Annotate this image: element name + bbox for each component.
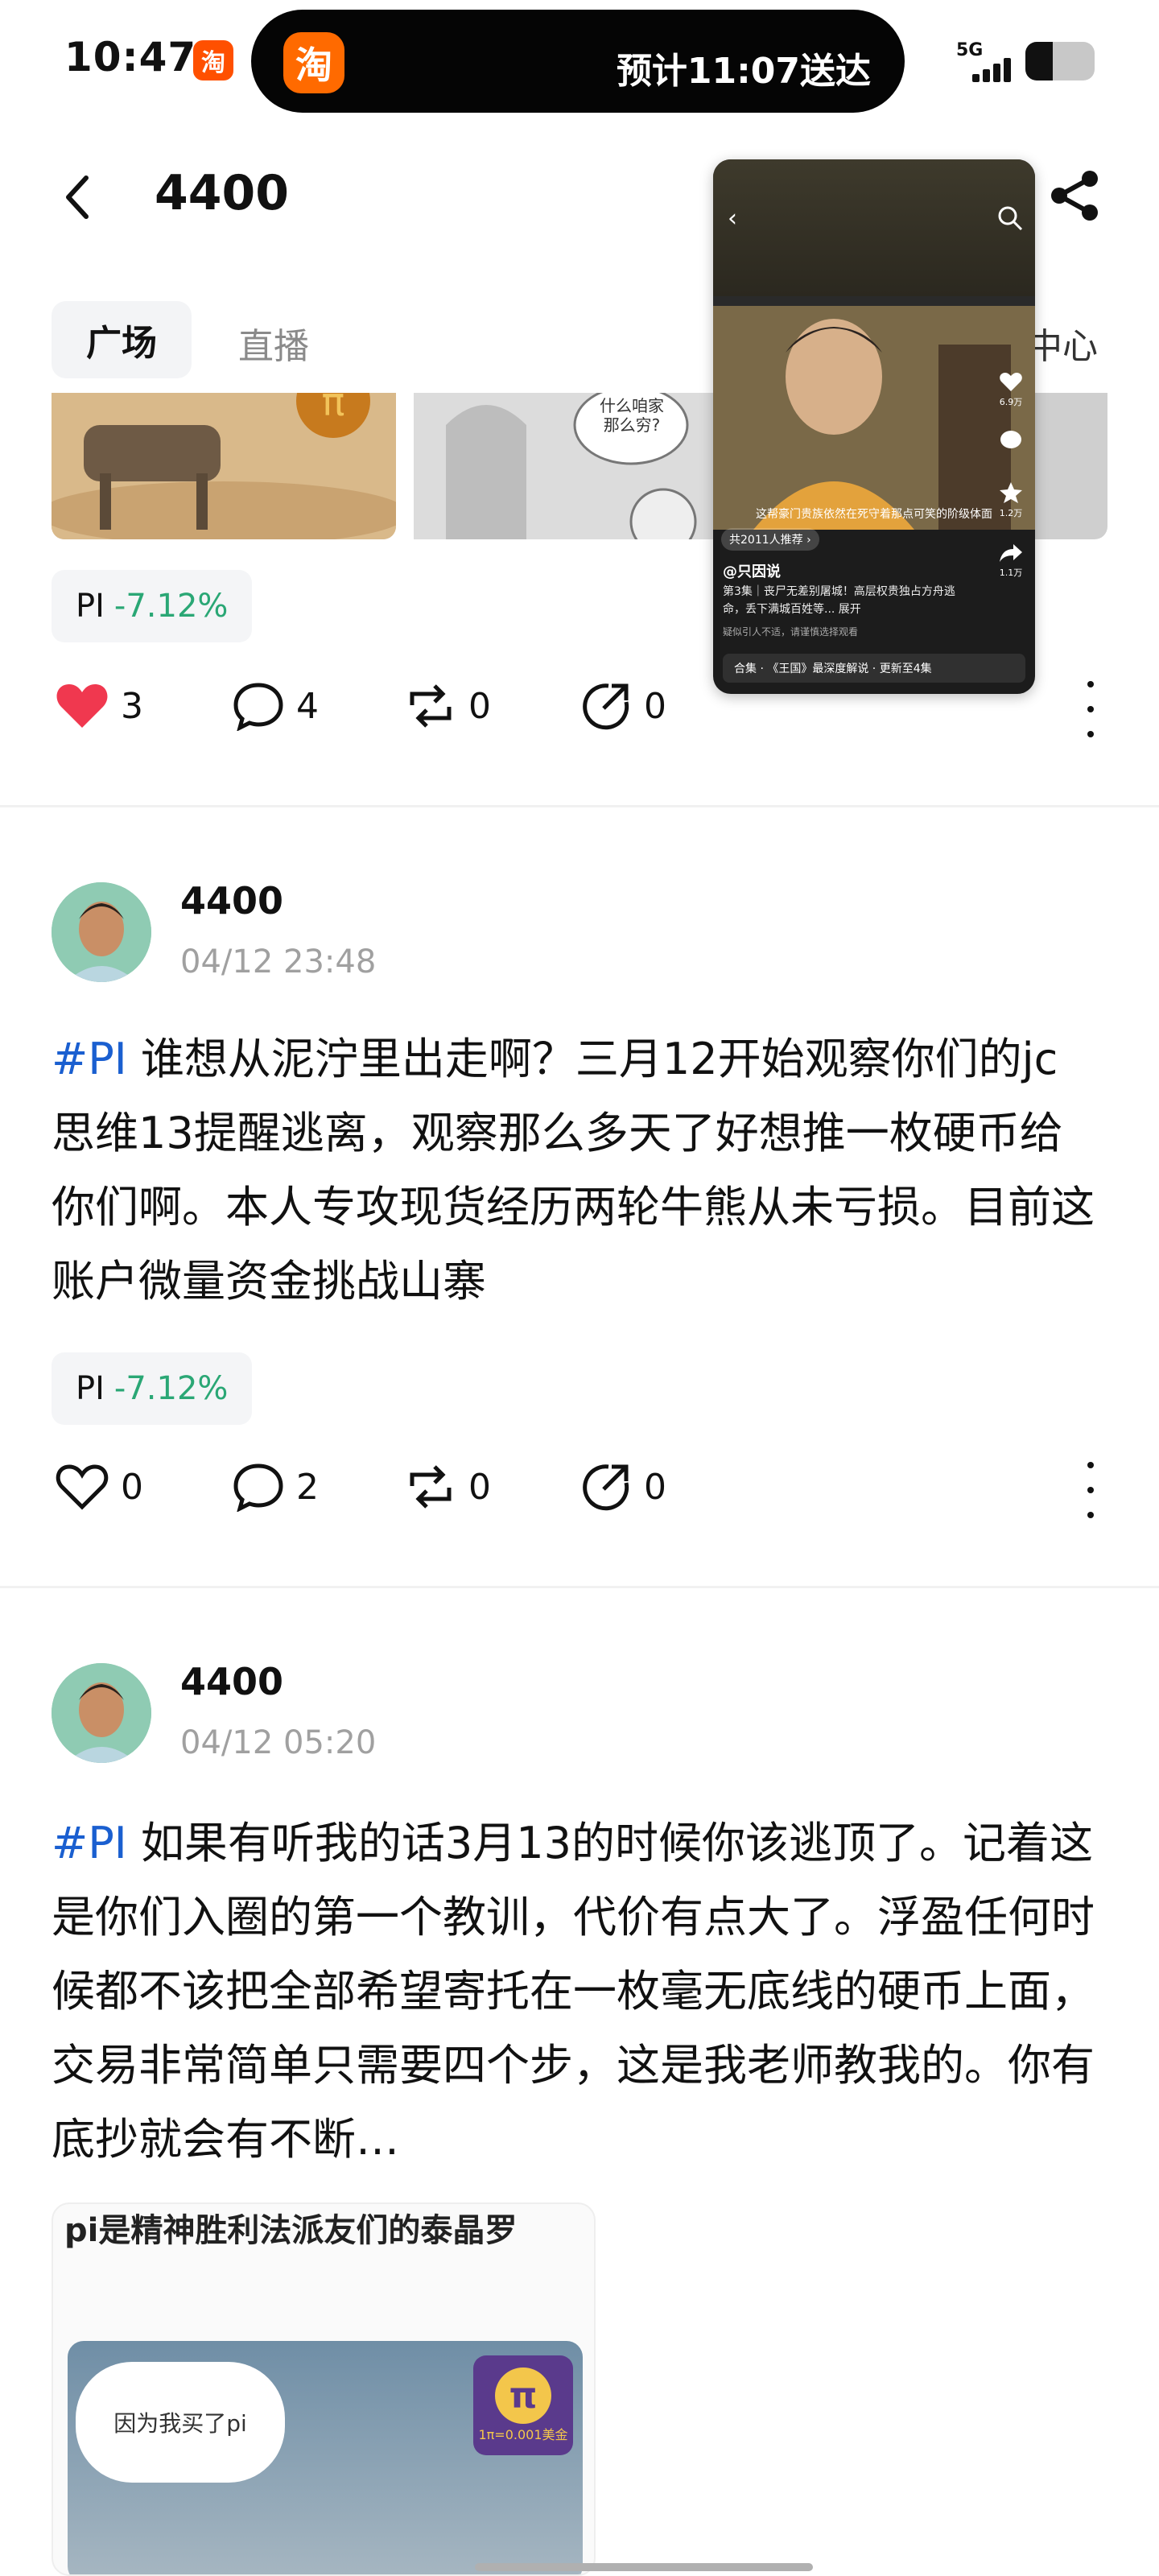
- floating-video-window[interactable]: ‹ 6.9万 1.2万 1.1万 这帮豪门贵族依然在死守着那点可笑的阶级体面 共…: [713, 159, 1035, 694]
- share-button[interactable]: [1046, 167, 1103, 224]
- post-divider: [0, 805, 1159, 807]
- post-text: 如果有听我的话3月13的时候你该逃顶了。记着这是你们入圈的第一个教训，代价有点大…: [52, 1818, 1095, 2165]
- heart-filled-icon: [56, 684, 108, 728]
- hashtag-link[interactable]: #PI: [52, 1034, 127, 1084]
- like-button[interactable]: 3: [55, 681, 143, 731]
- video-share-count: 1.1万: [999, 568, 1023, 578]
- taobao-notification-icon: 淘: [193, 40, 233, 80]
- delivery-eta-text: 预计11:07送达: [616, 51, 871, 92]
- comment-icon: [233, 1463, 283, 1512]
- like-button[interactable]: 0: [55, 1462, 143, 1512]
- forward-button[interactable]: 0: [580, 1462, 666, 1512]
- status-time: 10:47: [64, 34, 197, 80]
- repost-count: 0: [468, 1466, 491, 1508]
- video-author[interactable]: @只因说: [723, 560, 781, 581]
- page-title: 4400: [155, 165, 289, 221]
- pi-badge-text: 1π=0.001美金: [478, 2427, 568, 2442]
- coin-symbol: PI: [76, 1370, 105, 1407]
- battery-icon: [1025, 42, 1095, 80]
- home-indicator[interactable]: [475, 2563, 813, 2571]
- coin-change: -7.12%: [113, 588, 229, 625]
- post-image-1[interactable]: π: [52, 393, 396, 539]
- post-image-2[interactable]: 什么咱家那么穷?: [414, 393, 720, 539]
- video-description[interactable]: 第3集｜丧尸无差别屠城！高层权贵独占方舟逃命，丢下满城百姓等... 展开: [723, 583, 964, 618]
- video-content-warning: 疑似引人不适，请谨慎选择观看: [723, 626, 859, 638]
- comment-button[interactable]: 4: [232, 681, 319, 731]
- taobao-app-icon: 淘: [283, 32, 344, 93]
- status-bar: 10:47 淘 淘 预计11:07送达 5G: [0, 0, 1159, 121]
- pi-coin-badge: π 1π=0.001美金: [473, 2355, 573, 2455]
- forward-icon: [583, 1464, 629, 1511]
- tab-live[interactable]: 直播: [238, 317, 309, 369]
- post-text: 谁想从泥泞里出走啊？三月12开始观察你们的jc思维13提醒逃离，观察那么多天了好…: [52, 1034, 1095, 1307]
- forward-count: 0: [644, 1466, 666, 1508]
- author-name[interactable]: 4400: [180, 879, 283, 923]
- avatar[interactable]: [52, 1663, 151, 1763]
- search-icon[interactable]: [996, 204, 1024, 232]
- hashtag-link[interactable]: #PI: [52, 1818, 127, 1868]
- video-scene-illustration: [713, 296, 1035, 530]
- repost-icon: [410, 684, 452, 728]
- video-like-icon[interactable]: 6.9万: [995, 372, 1027, 408]
- image-speech-text: 什么咱家那么穷?: [600, 396, 664, 435]
- coin-tag-chip[interactable]: PI -7.12%: [52, 1352, 253, 1425]
- more-options-button[interactable]: [1079, 681, 1103, 737]
- like-count: 3: [121, 685, 143, 727]
- comment-button[interactable]: 2: [232, 1462, 319, 1512]
- comment-count: 2: [296, 1466, 319, 1508]
- like-count: 0: [121, 1466, 143, 1508]
- avatar-portrait: [52, 1663, 151, 1763]
- forward-count: 0: [644, 685, 666, 727]
- forward-icon: [583, 683, 629, 730]
- image-caption: pi是精神胜利法派友们的泰晶罗: [64, 2212, 518, 2249]
- author-name[interactable]: 4400: [180, 1660, 283, 1703]
- video-frame: [713, 296, 1035, 530]
- post-divider: [0, 1586, 1159, 1588]
- cartoon-illustration: [414, 393, 720, 539]
- video-like-count: 6.9万: [999, 397, 1023, 407]
- avatar-portrait: [52, 882, 151, 982]
- video-recommend-pill[interactable]: 共2011人推荐 ›: [721, 528, 819, 551]
- coin-change: -7.12%: [113, 1370, 229, 1407]
- comment-icon: [233, 683, 283, 731]
- video-comment-icon[interactable]: [995, 430, 1027, 453]
- tab-center[interactable]: 中心: [1027, 317, 1098, 369]
- post-image-card[interactable]: pi是精神胜利法派友们的泰晶罗 因为我买了pi π 1π=0.001美金: [52, 2202, 596, 2576]
- avatar[interactable]: [52, 882, 151, 982]
- svg-text:π: π: [322, 393, 345, 425]
- video-top-area: [713, 159, 1035, 296]
- dynamic-island[interactable]: 淘 预计11:07送达: [251, 10, 905, 113]
- back-button[interactable]: [56, 169, 97, 225]
- share-icon: [1051, 171, 1098, 221]
- video-subtitle: 这帮豪门贵族依然在死守着那点可笑的阶级体面: [756, 508, 992, 521]
- battery-level: [1025, 42, 1053, 80]
- pi-logo-icon: π: [495, 2368, 551, 2424]
- comment-count: 4: [296, 685, 319, 727]
- repost-button[interactable]: 0: [404, 1462, 491, 1512]
- post-timestamp: 04/12 23:48: [180, 943, 377, 980]
- coin-tag-chip[interactable]: PI -7.12%: [52, 570, 253, 642]
- meme-photo: 因为我买了pi π 1π=0.001美金: [68, 2341, 583, 2574]
- coin-symbol: PI: [76, 588, 105, 625]
- post-body[interactable]: #PI 如果有听我的话3月13的时候你该逃顶了。记着这是你们入圈的第一个教训，代…: [52, 1806, 1098, 2177]
- video-collection-bar[interactable]: 合集 · 《王国》最深度解说 · 更新至4集: [723, 654, 1025, 683]
- speech-bubble: 因为我买了pi: [76, 2362, 285, 2483]
- repost-icon: [410, 1465, 452, 1509]
- forward-button[interactable]: 0: [580, 681, 666, 731]
- repost-count: 0: [468, 685, 491, 727]
- video-back-icon[interactable]: ‹: [728, 204, 737, 233]
- chevron-left-icon: [66, 175, 89, 219]
- post-body[interactable]: #PI 谁想从泥泞里出走啊？三月12开始观察你们的jc思维13提醒逃离，观察那么…: [52, 1022, 1098, 1319]
- heart-outline-icon: [56, 1464, 109, 1510]
- tab-plaza[interactable]: 广场: [52, 301, 192, 378]
- signal-strength-icon: [972, 56, 1013, 82]
- repost-button[interactable]: 0: [404, 681, 491, 731]
- video-share-icon[interactable]: 1.1万: [995, 543, 1027, 579]
- more-options-button[interactable]: [1079, 1462, 1103, 1518]
- post-timestamp: 04/12 05:20: [180, 1724, 377, 1761]
- donkey-cart-illustration: π: [52, 393, 396, 539]
